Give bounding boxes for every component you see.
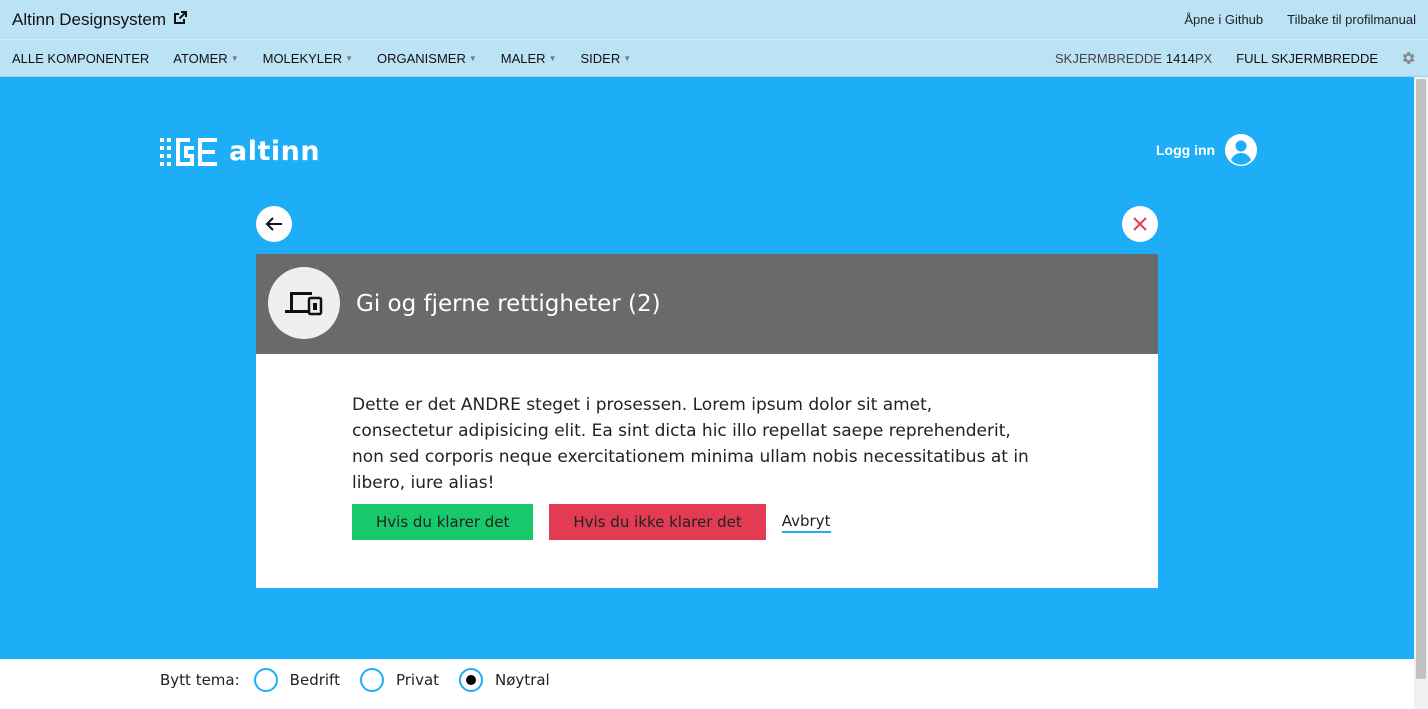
- arrow-left-icon: [265, 217, 282, 231]
- theme-switcher: Bytt tema: Bedrift Privat Nøytral: [160, 668, 550, 692]
- modal-dialog: Gi og fjerne rettigheter (2) Dette er de…: [256, 254, 1158, 588]
- full-width-button[interactable]: FULL SKJERMBREDDE: [1236, 51, 1378, 66]
- scrollbar[interactable]: [1414, 77, 1428, 709]
- screen-width-unit: PX: [1194, 50, 1213, 66]
- altinn-logo[interactable]: altinn: [160, 136, 320, 167]
- nav-all-components[interactable]: ALLE KOMPONENTER: [12, 51, 149, 66]
- nav-templates[interactable]: MALER ▼: [501, 51, 557, 66]
- profile-manual-link[interactable]: Tilbake til profilmanual: [1287, 12, 1416, 27]
- user-icon: [1225, 134, 1258, 166]
- login-label: Logg inn: [1156, 142, 1216, 158]
- caret-down-icon: ▼: [548, 53, 557, 63]
- altinn-logo-mark: [160, 137, 217, 166]
- screen-width-label: SKJERMBREDDE: [1054, 50, 1162, 66]
- radio-button[interactable]: [253, 668, 278, 692]
- failure-button[interactable]: Hvis du ikke klarer det: [549, 504, 766, 540]
- theme-option-neutral[interactable]: Nøytral: [459, 668, 550, 692]
- scrollbar-thumb[interactable]: [1416, 79, 1426, 679]
- theme-option-private[interactable]: Privat: [359, 668, 439, 692]
- modal-icon-circle: [268, 267, 340, 339]
- modal-title: Gi og fjerne rettigheter (2): [356, 291, 661, 317]
- external-link-icon: [174, 10, 188, 24]
- nav-molecules[interactable]: MOLEKYLER ▼: [263, 51, 353, 66]
- cancel-link[interactable]: Avbryt: [781, 512, 831, 533]
- radio-button-selected[interactable]: [459, 668, 484, 692]
- close-icon: [1133, 217, 1147, 231]
- radio-dot: [466, 675, 477, 685]
- nav-bar: ALLE KOMPONENTER ATOMER ▼ MOLEKYLER ▼ ORGA…: [0, 40, 1428, 77]
- login-button[interactable]: Logg inn: [1156, 134, 1258, 166]
- theme-option-business[interactable]: Bedrift: [253, 668, 340, 692]
- caret-down-icon: ▼: [345, 53, 354, 63]
- back-button[interactable]: [256, 206, 292, 242]
- nav-atoms[interactable]: ATOMER ▼: [173, 51, 238, 66]
- success-button[interactable]: Hvis du klarer det: [352, 504, 534, 540]
- modal-actions: Hvis du klarer det Hvis du ikke klarer d…: [352, 504, 831, 540]
- nav-pages[interactable]: SIDER ▼: [581, 51, 632, 66]
- github-link[interactable]: Åpne i Github: [1184, 12, 1263, 27]
- close-button[interactable]: [1122, 206, 1158, 242]
- devices-icon: [285, 292, 323, 316]
- altinn-logo-text: altinn: [229, 136, 321, 167]
- top-bar: Altinn Designsystem Åpne i Github Tilbak…: [0, 0, 1428, 40]
- theme-label: Bytt tema:: [160, 671, 240, 689]
- caret-down-icon: ▼: [623, 53, 632, 63]
- radio-button[interactable]: [359, 668, 384, 692]
- modal-body-text: Dette er det ANDRE steget i prosessen. L…: [352, 395, 1029, 493]
- modal-header: Gi og fjerne rettigheter (2): [256, 254, 1158, 354]
- brand-title: Altinn Designsystem: [12, 9, 167, 29]
- screen-width-value[interactable]: 1414: [1166, 51, 1195, 66]
- gear-icon[interactable]: [1400, 50, 1416, 66]
- brand[interactable]: Altinn Designsystem: [12, 10, 188, 30]
- caret-down-icon: ▼: [468, 53, 477, 63]
- caret-down-icon: ▼: [230, 53, 239, 63]
- nav-organisms[interactable]: ORGANISMER ▼: [377, 51, 477, 66]
